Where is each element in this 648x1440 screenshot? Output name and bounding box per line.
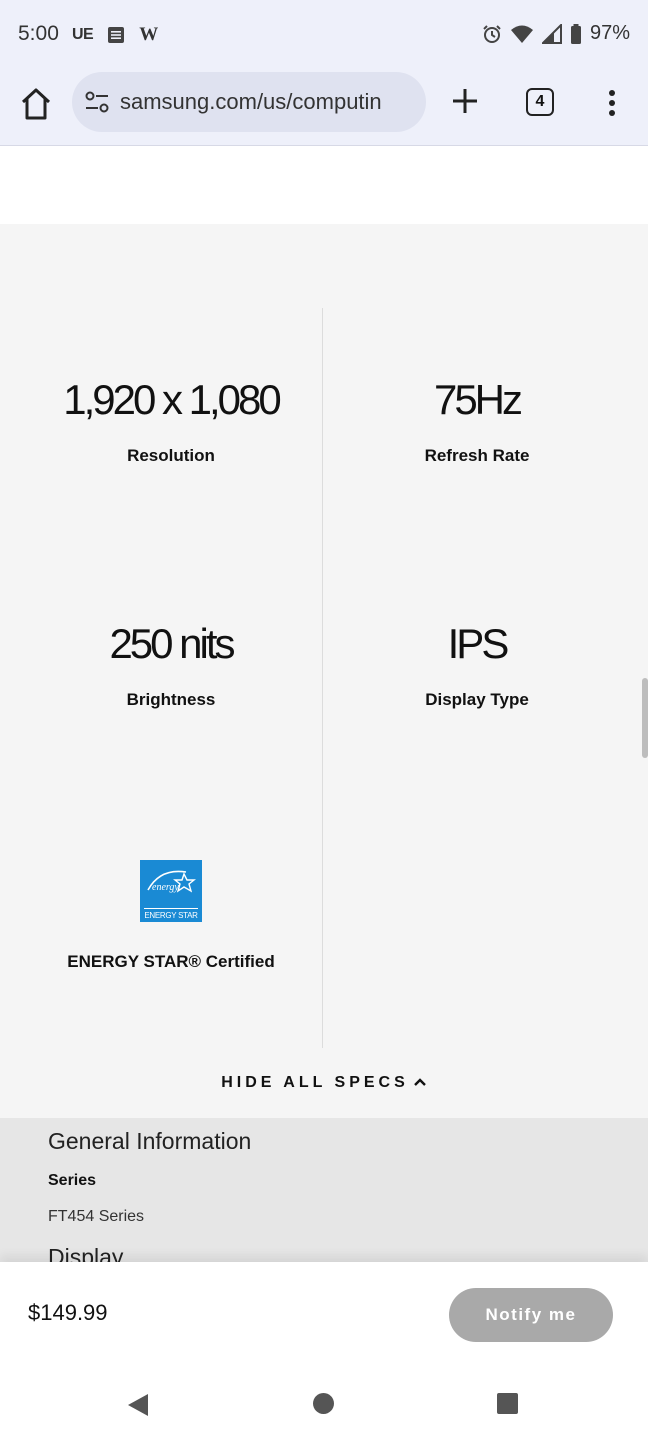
spec-label: Brightness: [126, 690, 216, 709]
site-settings-icon[interactable]: [84, 91, 110, 113]
battery-percent: 97%: [589, 22, 630, 44]
spec-refresh-rate: 75Hz Refresh Rate: [316, 376, 638, 466]
series-value: FT454 Series: [48, 1208, 145, 1225]
status-time: 5:00: [18, 22, 59, 45]
spec-label: Refresh Rate: [424, 446, 530, 465]
spec-value: 1,920 x 1,080: [63, 376, 282, 423]
recents-icon[interactable]: [497, 1393, 518, 1414]
hide-specs-label: HIDE ALL SPECS: [221, 1074, 409, 1091]
spec-value: IPS: [447, 620, 510, 667]
home-icon[interactable]: [18, 86, 54, 122]
spec-resolution: 1,920 x 1,080 Resolution: [10, 376, 332, 466]
display-section-title: Display: [48, 1244, 124, 1262]
spec-display-type: IPS Display Type: [316, 620, 638, 710]
energy-logo-rule: [144, 908, 198, 909]
energy-star-logo: energy ENERGY STAR: [140, 860, 202, 922]
spec-value: 75Hz: [433, 376, 523, 423]
notification-icons: UE W: [72, 24, 158, 46]
key-specs-section: 1,920 x 1,080 Resolution 75Hz Refresh Ra…: [0, 224, 648, 1118]
status-bar: 5:00 UE W 97%: [0, 0, 648, 68]
spec-label: Resolution: [127, 446, 215, 465]
page-spacer: [0, 146, 648, 224]
chevron-up-icon: [413, 1078, 426, 1086]
spec-label: Display Type: [425, 690, 529, 709]
alarm-icon: [483, 24, 501, 43]
notify-me-button[interactable]: Notify me: [449, 1288, 613, 1342]
svg-text:energy: energy: [152, 882, 179, 893]
spec-label: ENERGY STAR® Certified: [67, 952, 275, 971]
w-app-icon: W: [139, 24, 159, 45]
purchase-bar: $149.99 Notify me: [0, 1262, 648, 1366]
new-tab-icon[interactable]: [448, 84, 482, 118]
home-nav-icon[interactable]: [313, 1393, 334, 1414]
section-title: General Information: [48, 1128, 252, 1154]
system-nav-bar: [0, 1366, 648, 1440]
spec-value: 250 nits: [109, 620, 235, 667]
system-icons: 97%: [482, 22, 630, 45]
price: $149.99: [28, 1300, 108, 1325]
spec-energy-star: energy ENERGY STAR ENERGY STAR® Certifie…: [10, 860, 332, 972]
browser-toolbar: samsung.com/us/computin 4: [0, 68, 648, 146]
energy-logo-text: ENERGY STAR: [144, 911, 198, 920]
battery-icon: [570, 23, 581, 44]
news-icon: [108, 27, 125, 43]
back-icon[interactable]: [126, 1392, 150, 1418]
general-information-section: General Information Series FT454 Series …: [0, 1118, 648, 1262]
series-label: Series: [48, 1172, 97, 1189]
spec-brightness: 250 nits Brightness: [10, 620, 332, 710]
url-text: samsung.com/us/computin: [120, 89, 382, 114]
ue-app-icon: UE: [72, 26, 94, 43]
hide-all-specs-button[interactable]: HIDE ALL SPECS: [0, 1074, 648, 1092]
more-options-icon[interactable]: [600, 86, 624, 120]
page-scrollbar[interactable]: [642, 678, 648, 758]
tab-switcher-button[interactable]: 4: [526, 88, 554, 116]
signal-icon: [541, 23, 562, 44]
energy-star-mark: energy: [147, 870, 196, 893]
tab-count: 4: [535, 93, 545, 110]
wifi-icon: [510, 25, 533, 43]
address-bar[interactable]: samsung.com/us/computin: [72, 72, 426, 132]
